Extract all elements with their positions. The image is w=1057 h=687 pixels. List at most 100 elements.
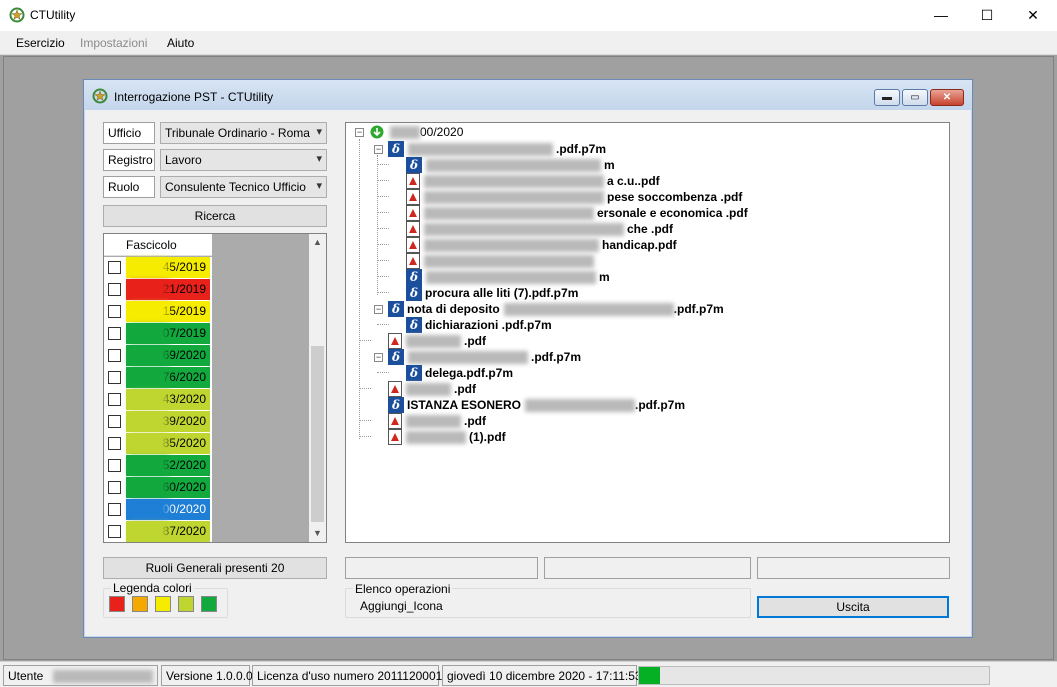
dialog-title: Interrogazione PST - CTUtility xyxy=(114,90,274,104)
dialog-maximize-button[interactable]: ▭ xyxy=(902,89,928,106)
fascicolo-number: 39/2020 xyxy=(162,414,206,428)
row-checkbox[interactable] xyxy=(108,261,121,274)
row-checkbox[interactable] xyxy=(108,481,121,494)
row-checkbox[interactable] xyxy=(108,327,121,340)
tree-node[interactable]: δm xyxy=(406,157,615,173)
table-row[interactable]: 45/2019 xyxy=(104,257,212,279)
app-title: CTUtility xyxy=(30,8,76,22)
tree-node[interactable]: .pdf xyxy=(388,381,476,397)
row-checkbox[interactable] xyxy=(108,525,121,538)
download-icon xyxy=(370,125,384,139)
ufficio-select[interactable]: Tribunale Ordinario - Roma ▾ xyxy=(160,122,327,144)
close-button[interactable]: ✕ xyxy=(1010,0,1056,31)
menu-esercizio[interactable]: Esercizio xyxy=(16,36,65,50)
tree-root[interactable]: 00/2020 xyxy=(370,124,463,140)
ricerca-button[interactable]: Ricerca xyxy=(103,205,327,227)
row-checkbox[interactable] xyxy=(108,305,121,318)
table-row[interactable]: 60/2020 xyxy=(104,477,212,499)
legenda-title: Legenda colori xyxy=(111,581,194,595)
redacted-prefix xyxy=(129,523,169,540)
fascicolo-number: 15/2019 xyxy=(162,304,206,318)
dialog-minimize-button[interactable]: ▬ xyxy=(874,89,900,106)
row-checkbox[interactable] xyxy=(108,371,121,384)
table-row[interactable]: 21/2019 xyxy=(104,279,212,301)
menu-aiuto[interactable]: Aiuto xyxy=(167,36,194,50)
table-row[interactable]: 52/2020 xyxy=(104,455,212,477)
grid-scrollbar[interactable]: ▲ ▼ xyxy=(309,234,326,542)
chevron-down-icon: ▾ xyxy=(316,126,322,138)
table-row[interactable]: 39/2020 xyxy=(104,411,212,433)
legend-swatch xyxy=(178,596,194,612)
table-row[interactable]: 69/2020 xyxy=(104,345,212,367)
dialog-close-button[interactable]: ✕ xyxy=(930,89,964,106)
tree-node[interactable]: handicap.pdf xyxy=(406,237,677,253)
registro-select[interactable]: Lavoro ▾ xyxy=(160,149,327,171)
utente-panel: Utente xyxy=(3,665,158,686)
minimize-icon: — xyxy=(934,7,948,23)
tree-root-label: 00/2020 xyxy=(420,125,464,139)
tree-node[interactable]: δ .pdf.p7m xyxy=(388,349,581,365)
fascicolo-column-header[interactable]: Fascicolo xyxy=(126,238,177,252)
menu-impostazioni[interactable]: Impostazioni xyxy=(80,36,147,50)
documents-tree[interactable]: − 00/2020 − δ .pdf.p7m δ m a c.u..pdf pese soc… xyxy=(345,122,950,543)
row-checkbox[interactable] xyxy=(108,503,121,516)
tree-node[interactable]: a c.u..pdf xyxy=(406,173,660,189)
redacted-prefix xyxy=(129,391,169,408)
table-row[interactable]: 85/2020 xyxy=(104,433,212,455)
tree-node[interactable]: δ procura alle liti (7).pdf.p7m xyxy=(406,285,578,301)
row-checkbox[interactable] xyxy=(108,283,121,296)
tree-node[interactable]: (1).pdf xyxy=(388,429,506,445)
table-row[interactable]: 00/2020 xyxy=(104,499,212,521)
collapse-icon[interactable]: − xyxy=(374,353,383,362)
tree-node[interactable]: δ delega.pdf.p7m xyxy=(406,365,513,381)
scroll-thumb[interactable] xyxy=(311,346,324,522)
tree-node[interactable]: .pdf xyxy=(388,333,486,349)
ruolo-select[interactable]: Consulente Tecnico Ufficio ▾ xyxy=(160,176,327,198)
ruoli-generali-button[interactable]: Ruoli Generali presenti 20 xyxy=(103,557,327,579)
fascicolo-number: 60/2020 xyxy=(162,480,206,494)
uscita-button[interactable]: Uscita xyxy=(757,596,949,618)
redacted-text xyxy=(424,190,604,204)
pdf-file-icon xyxy=(406,205,420,221)
info-box-1 xyxy=(345,557,538,579)
tree-node[interactable]: .pdf xyxy=(388,413,486,429)
table-row[interactable]: 87/2020 xyxy=(104,521,212,542)
redacted-prefix xyxy=(129,413,169,430)
tree-node[interactable]: δ ISTANZA ESONERO .pdf.p7m xyxy=(388,397,685,413)
scroll-up-icon[interactable]: ▲ xyxy=(309,234,326,251)
redacted-text xyxy=(503,302,674,316)
minimize-button[interactable]: — xyxy=(918,0,964,31)
row-checkbox[interactable] xyxy=(108,437,121,450)
row-checkbox[interactable] xyxy=(108,459,121,472)
maximize-button[interactable]: ☐ xyxy=(964,0,1010,31)
table-row[interactable]: 15/2019 xyxy=(104,301,212,323)
tree-node[interactable] xyxy=(406,253,597,269)
table-row[interactable]: 76/2020 xyxy=(104,367,212,389)
redacted-text xyxy=(406,430,466,444)
tree-node[interactable]: che .pdf xyxy=(406,221,673,237)
table-row[interactable]: 07/2019 xyxy=(104,323,212,345)
tree-node[interactable]: pese soccombenza .pdf xyxy=(406,189,742,205)
row-checkbox[interactable] xyxy=(108,393,121,406)
tree-node[interactable]: δ nota di deposito .pdf.p7m xyxy=(388,301,724,317)
tree-node[interactable]: δ dichiarazioni .pdf.p7m xyxy=(406,317,552,333)
tree-node[interactable]: δ .pdf.p7m xyxy=(388,141,606,157)
tree-node[interactable]: δm xyxy=(406,269,610,285)
tree-node-suffix: .pdf.p7m xyxy=(635,398,686,412)
table-row[interactable]: 43/2020 xyxy=(104,389,212,411)
utente-label: Utente xyxy=(8,669,44,683)
collapse-icon[interactable]: − xyxy=(374,145,383,154)
fascicolo-number: 69/2020 xyxy=(162,348,206,362)
scroll-down-icon[interactable]: ▼ xyxy=(309,525,326,542)
collapse-icon[interactable]: − xyxy=(355,128,364,137)
redacted-text xyxy=(424,238,599,252)
ufficio-label: Ufficio xyxy=(103,122,155,144)
tree-node-label: .pdf.p7m xyxy=(556,142,606,156)
tree-node[interactable]: ersonale e economica .pdf xyxy=(406,205,748,221)
fascicolo-grid[interactable]: Fascicolo 45/2019 21/2019 15/2019 07/2019 69… xyxy=(103,233,327,543)
tree-node-label: nota di deposito xyxy=(407,302,500,316)
fascicolo-number: 00/2020 xyxy=(162,502,206,516)
row-checkbox[interactable] xyxy=(108,415,121,428)
row-checkbox[interactable] xyxy=(108,349,121,362)
collapse-icon[interactable]: − xyxy=(374,305,383,314)
